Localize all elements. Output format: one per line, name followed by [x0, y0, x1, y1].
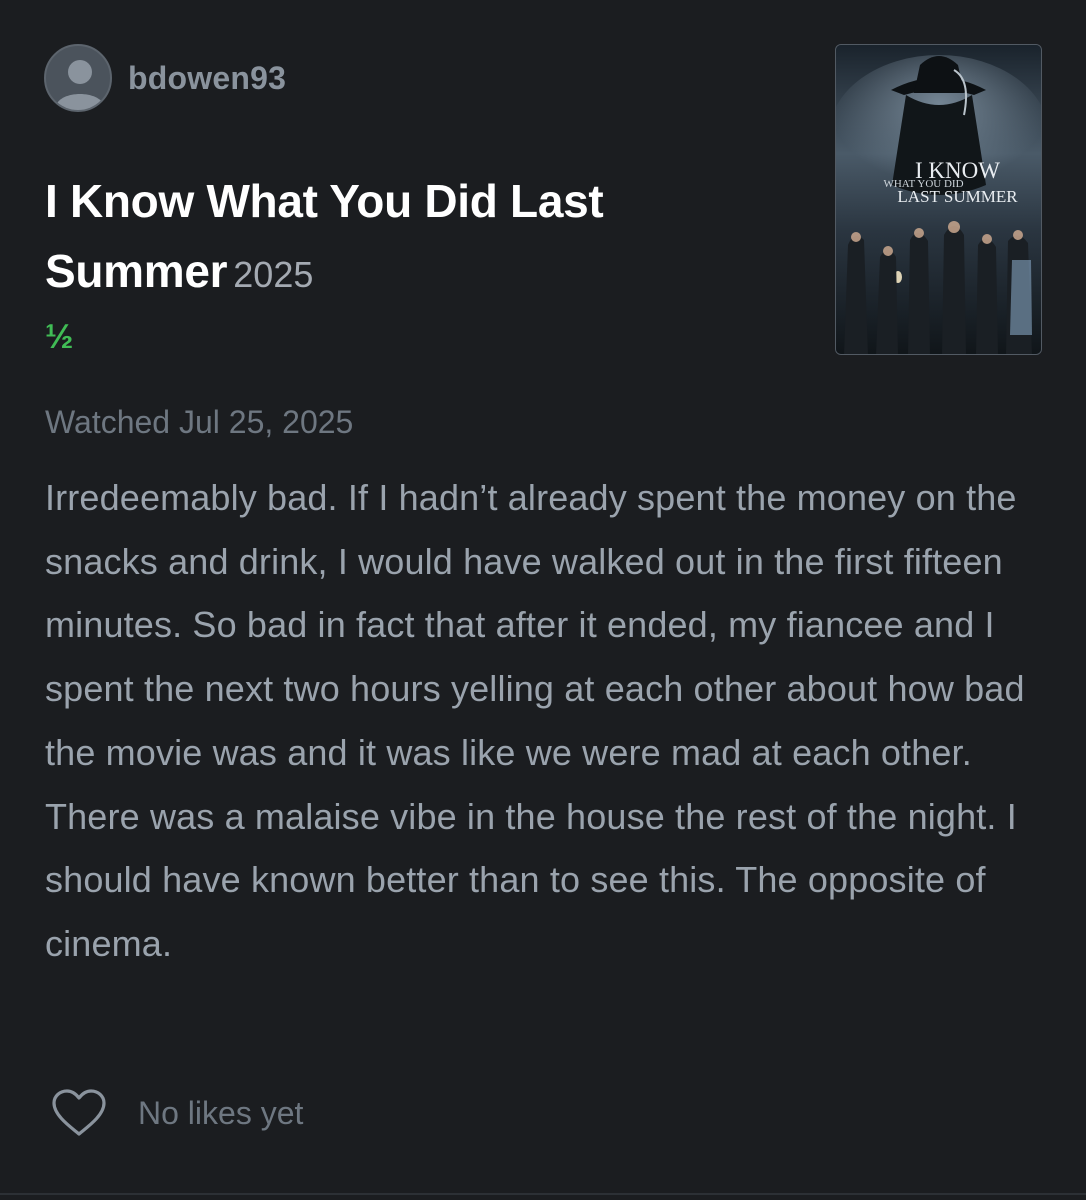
poster-title-line-3: LAST SUMMER — [897, 187, 1018, 206]
review-card: bdowen93 I Know What You Did Last Summer… — [0, 0, 1086, 1200]
film-heading: I Know What You Did Last Summer 2025 — [45, 166, 745, 310]
review-author[interactable]: bdowen93 — [44, 44, 286, 112]
review-body: Irredeemably bad. If I hadn’t already sp… — [45, 477, 1025, 964]
divider — [0, 1193, 1086, 1195]
user-avatar-icon[interactable] — [44, 44, 112, 112]
star-rating: ½ — [45, 318, 74, 356]
heart-outline-icon[interactable] — [50, 1088, 108, 1138]
username-link[interactable]: bdowen93 — [128, 60, 286, 97]
film-poster[interactable]: I KNOW WHAT YOU DID LAST SUMMER — [835, 44, 1042, 355]
likes-count-label: No likes yet — [138, 1094, 304, 1131]
film-title-link[interactable]: I Know What You Did Last Summer — [45, 175, 604, 297]
film-year[interactable]: 2025 — [233, 254, 313, 295]
like-row: No likes yet — [50, 1088, 303, 1138]
watched-date[interactable]: Watched Jul 25, 2025 — [45, 404, 353, 441]
